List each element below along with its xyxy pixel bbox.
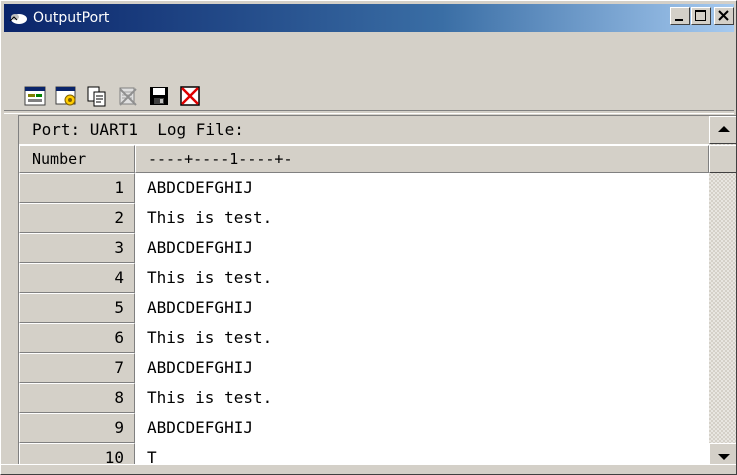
row-text: This is test. bbox=[147, 268, 273, 287]
row-number: 4 bbox=[19, 263, 135, 293]
output-rows: 1 ABDCDEFGHIJ 2 This is test. 3 ABDCDEFG… bbox=[19, 173, 709, 471]
scroll-up-button[interactable] bbox=[709, 116, 736, 144]
stop-icon bbox=[180, 86, 200, 106]
row-text: This is test. bbox=[147, 388, 273, 407]
clear-icon bbox=[119, 87, 137, 106]
arrow-down-icon bbox=[718, 454, 730, 460]
save-button[interactable] bbox=[148, 85, 170, 107]
minimize-button[interactable] bbox=[670, 7, 690, 25]
column-header-number[interactable]: Number bbox=[19, 145, 135, 173]
toolbar bbox=[4, 35, 734, 111]
title-buttons bbox=[669, 7, 734, 25]
row-number: 7 bbox=[19, 353, 135, 383]
table-row[interactable]: 4 This is test. bbox=[19, 263, 709, 293]
row-number: 9 bbox=[19, 413, 135, 443]
stop-button[interactable] bbox=[179, 85, 201, 107]
row-number: 3 bbox=[19, 233, 135, 263]
table-row[interactable]: 2 This is test. bbox=[19, 203, 709, 233]
maximize-button[interactable] bbox=[691, 7, 711, 25]
window-title: OutputPort bbox=[33, 10, 110, 26]
table-row[interactable]: 1 ABDCDEFGHIJ bbox=[19, 173, 709, 203]
table-row[interactable]: 7 ABDCDEFGHIJ bbox=[19, 353, 709, 383]
row-text: ABDCDEFGHIJ bbox=[147, 358, 253, 377]
toolbar-buttons bbox=[24, 85, 201, 107]
connect-button[interactable] bbox=[24, 85, 46, 107]
row-text: ABDCDEFGHIJ bbox=[147, 298, 253, 317]
minimize-icon bbox=[675, 19, 683, 21]
close-button[interactable] bbox=[714, 7, 734, 25]
copy-icon bbox=[87, 86, 106, 107]
row-text: This is test. bbox=[147, 328, 273, 347]
settings-button[interactable] bbox=[55, 85, 77, 107]
maximize-icon bbox=[695, 10, 706, 21]
table-row[interactable]: 3 ABDCDEFGHIJ bbox=[19, 233, 709, 263]
settings-icon bbox=[55, 86, 76, 106]
scroll-thumb[interactable] bbox=[709, 145, 736, 173]
table-row[interactable]: 5 ABDCDEFGHIJ bbox=[19, 293, 709, 323]
output-panel: Port: UART1 Log File: Number ----+----1-… bbox=[18, 115, 736, 471]
port-status: Port: UART1 Log File: bbox=[19, 116, 709, 144]
table-row[interactable]: 9 ABDCDEFGHIJ bbox=[19, 413, 709, 443]
row-number: 1 bbox=[19, 173, 135, 203]
row-number: 6 bbox=[19, 323, 135, 353]
row-number: 8 bbox=[19, 383, 135, 413]
vertical-scrollbar[interactable] bbox=[709, 116, 736, 471]
copy-button[interactable] bbox=[86, 85, 108, 107]
window-bottom-edge bbox=[1, 464, 736, 474]
close-icon bbox=[718, 10, 729, 21]
save-icon bbox=[150, 87, 168, 105]
column-ruler: ----+----1----+- bbox=[135, 145, 709, 173]
connect-icon bbox=[24, 86, 46, 106]
row-text: ABDCDEFGHIJ bbox=[147, 238, 253, 257]
clear-button[interactable] bbox=[117, 85, 139, 107]
row-number: 2 bbox=[19, 203, 135, 233]
toolbar-separator bbox=[4, 110, 734, 114]
row-text: ABDCDEFGHIJ bbox=[147, 178, 253, 197]
table-row[interactable]: 8 This is test. bbox=[19, 383, 709, 413]
row-text: ABDCDEFGHIJ bbox=[147, 418, 253, 437]
app-icon bbox=[9, 14, 27, 24]
table-row[interactable]: 6 This is test. bbox=[19, 323, 709, 353]
title-bar[interactable]: OutputPort bbox=[4, 4, 734, 32]
arrow-up-icon bbox=[718, 126, 730, 132]
row-number: 5 bbox=[19, 293, 135, 323]
row-text: This is test. bbox=[147, 208, 273, 227]
output-port-window: OutputPort Port: UART1 Log File: Number … bbox=[0, 0, 737, 475]
